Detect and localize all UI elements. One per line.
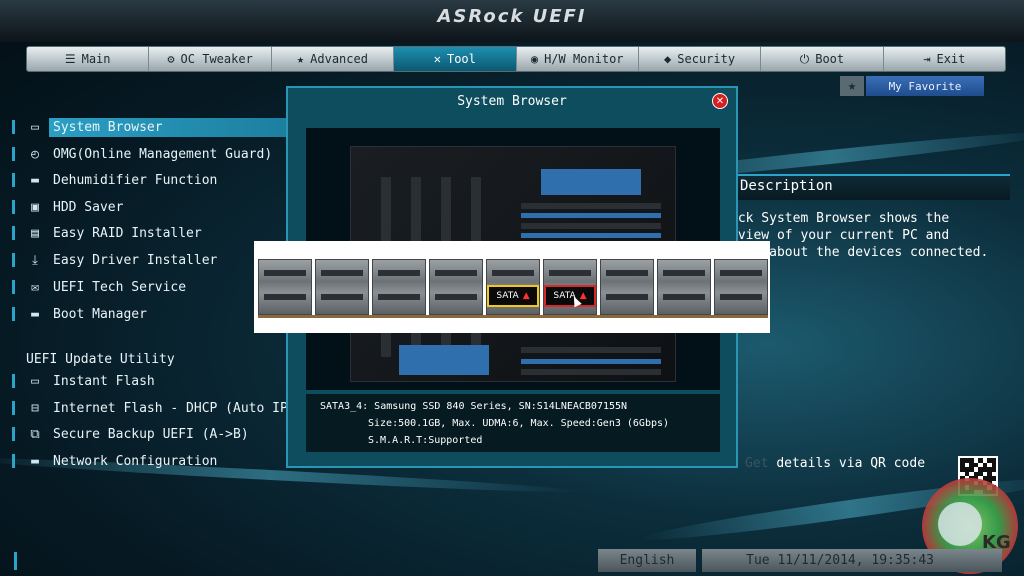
sata-port[interactable] bbox=[714, 259, 768, 315]
main-tabs: ☰ Main ⚙ OC Tweaker ★ Advanced ✕ Tool ◉ H/W M… bbox=[26, 46, 1006, 72]
menu-item-internet-flash[interactable]: ⊟Internet Flash - DHCP (Auto IP), A bbox=[10, 397, 286, 419]
hdd-icon: ▣ bbox=[31, 199, 39, 215]
tab-boot[interactable]: ⏻ Boot bbox=[761, 47, 884, 71]
menu-item-system-browser[interactable]: ▭ System Browser bbox=[10, 116, 286, 138]
network-icon: ⊟ bbox=[31, 400, 39, 416]
date-time-display: Tue 11/11/2014, 19:35:43 bbox=[702, 549, 1002, 572]
sata-port-selected[interactable]: SATA ▲ bbox=[543, 259, 597, 315]
backup-icon: ⧉ bbox=[30, 426, 40, 442]
description-title: Description bbox=[740, 178, 833, 194]
sata-port[interactable] bbox=[657, 259, 711, 315]
section-heading-uefi-update: UEFI Update Utility bbox=[26, 352, 175, 367]
menu-item-network-configuration[interactable]: ▬ Network Configuration bbox=[10, 450, 286, 472]
sata-zoom-view: SATA ▲ SATA ▲ bbox=[254, 241, 770, 333]
device-info-line: SATA3_4: Samsung SSD 840 Series, SN:S14L… bbox=[320, 401, 628, 412]
sata-port[interactable] bbox=[315, 259, 369, 315]
tab-security[interactable]: ◆ Security bbox=[639, 47, 762, 71]
menu-item-secure-backup[interactable]: ⧉ Secure Backup UEFI (A->B) bbox=[10, 423, 286, 445]
raid-icon: ▤ bbox=[31, 225, 39, 241]
device-info-line: Size:500.1GB, Max. UDMA:6, Max. Speed:Ge… bbox=[368, 418, 670, 429]
footer-indicator bbox=[14, 552, 17, 570]
list-icon: ☰ bbox=[64, 52, 76, 66]
tab-exit[interactable]: ⇥ Exit bbox=[884, 47, 1005, 71]
menu-item-hdd-saver[interactable]: ▣ HDD Saver bbox=[10, 196, 286, 218]
sata-port[interactable] bbox=[258, 259, 312, 315]
menu-item-dehumidifier[interactable]: ▬ Dehumidifier Function bbox=[10, 169, 286, 191]
close-icon[interactable]: ✕ bbox=[712, 93, 728, 109]
download-icon: ⤓ bbox=[32, 252, 38, 268]
language-button[interactable]: English bbox=[598, 549, 696, 572]
brand-logo: ASRock UEFI bbox=[437, 6, 587, 27]
tweaker-icon: ⚙ bbox=[167, 52, 175, 66]
board-edge bbox=[258, 315, 768, 318]
folder-icon: ▬ bbox=[31, 172, 39, 188]
menu-item-omg[interactable]: ◴ OMG(Online Management Guard) bbox=[10, 143, 286, 165]
title-bar: ASRock UEFI bbox=[0, 0, 1024, 42]
sata-port-label: SATA ▲ bbox=[544, 285, 596, 307]
shield-icon: ◆ bbox=[664, 52, 672, 66]
tab-advanced[interactable]: ★ Advanced bbox=[272, 47, 395, 71]
tab-hw-monitor[interactable]: ◉ H/W Monitor bbox=[517, 47, 639, 71]
tab-tool[interactable]: ✕ Tool bbox=[394, 47, 517, 71]
device-info-line: S.M.A.R.T:Supported bbox=[368, 435, 483, 446]
menu-item-easy-driver[interactable]: ⤓ Easy Driver Installer bbox=[10, 249, 286, 271]
folder-icon: ▬ bbox=[31, 306, 39, 322]
exit-icon: ⇥ bbox=[923, 52, 931, 66]
menu-item-easy-raid[interactable]: ▤ Easy RAID Installer bbox=[10, 222, 286, 244]
menu-item-instant-flash[interactable]: ▭ Instant Flash bbox=[10, 370, 286, 392]
email-icon: ✉ bbox=[31, 279, 39, 295]
power-icon: ⏻ bbox=[799, 51, 810, 66]
browser-icon: ▭ bbox=[31, 119, 39, 135]
clock-icon: ◴ bbox=[31, 146, 39, 162]
device-info-panel: SATA3_4: Samsung SSD 840 Series, SN:S14L… bbox=[306, 394, 720, 452]
star-icon: ★ bbox=[296, 52, 305, 66]
description-text: ock System Browser shows the rview of yo… bbox=[730, 211, 989, 260]
menu-item-uefi-tech-service[interactable]: ✉ UEFI Tech Service bbox=[10, 276, 286, 298]
sata-port-highlighted[interactable]: SATA ▲ bbox=[486, 259, 540, 315]
sata-port[interactable] bbox=[372, 259, 426, 315]
flash-icon: ▭ bbox=[31, 373, 39, 389]
favorite-star-icon[interactable]: ★ bbox=[840, 76, 864, 96]
dialog-title: System Browser bbox=[457, 94, 567, 109]
arrow-up-icon: ▲ bbox=[579, 291, 587, 301]
tab-main[interactable]: ☰ Main bbox=[27, 47, 150, 71]
menu-item-boot-manager[interactable]: ▬ Boot Manager bbox=[10, 303, 286, 325]
qr-code-label: Get details via QR code bbox=[745, 456, 926, 471]
my-favorite-button[interactable]: My Favorite bbox=[866, 76, 984, 96]
tab-oc-tweaker[interactable]: ⚙ OC Tweaker bbox=[149, 47, 272, 71]
folder-icon: ▬ bbox=[31, 453, 39, 469]
arrow-up-icon: ▲ bbox=[522, 291, 530, 301]
sata-port-label: SATA ▲ bbox=[487, 285, 539, 307]
sata-port-row: SATA ▲ SATA ▲ bbox=[258, 259, 768, 315]
wrench-icon: ✕ bbox=[433, 52, 441, 66]
sata-port[interactable] bbox=[600, 259, 654, 315]
sata-port[interactable] bbox=[429, 259, 483, 315]
monitor-icon: ◉ bbox=[530, 52, 539, 66]
